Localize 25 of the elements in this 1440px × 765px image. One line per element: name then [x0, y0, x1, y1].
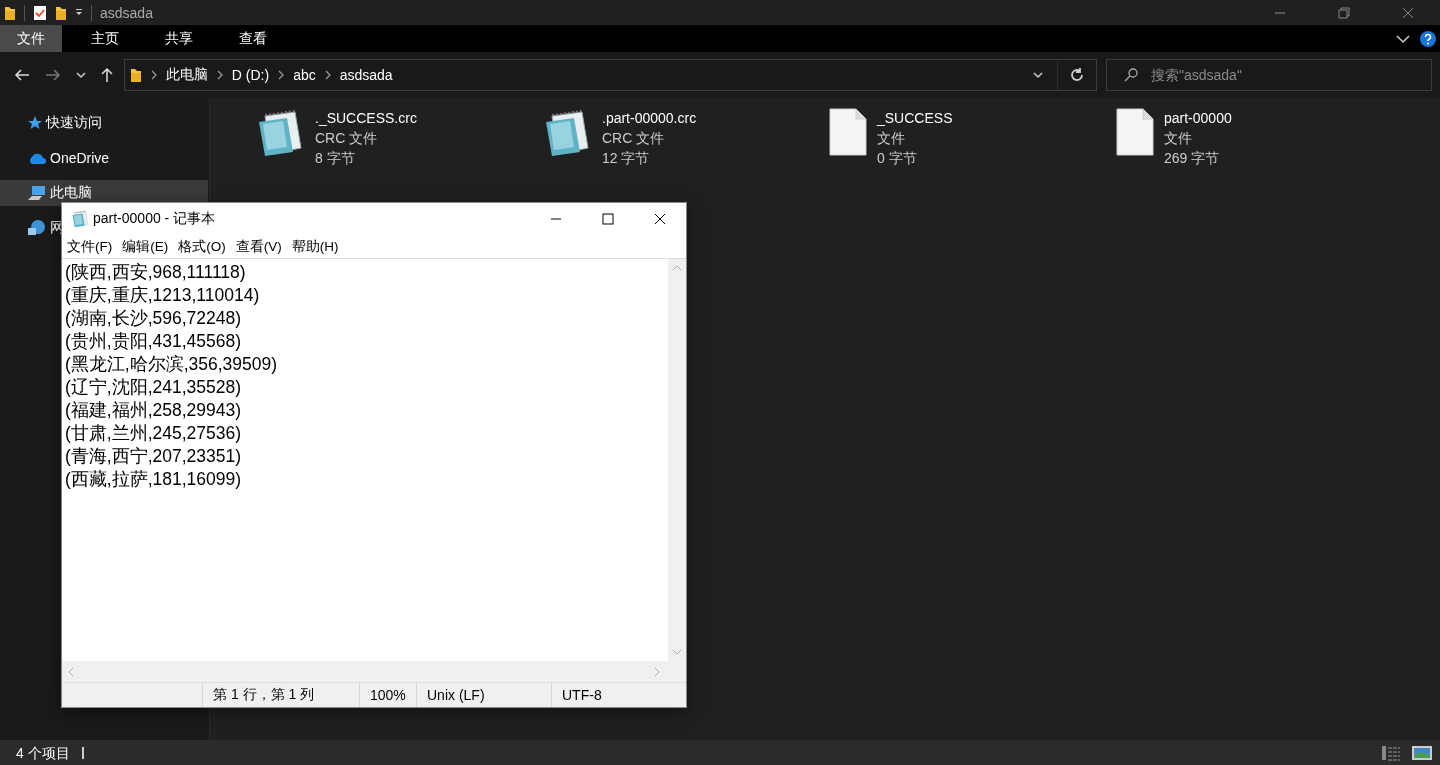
text-line: (西藏,拉萨,181,16099) [65, 468, 243, 491]
text-line: (重庆,重庆,1213,110014) [65, 284, 261, 307]
item-count: 4 个项目 [16, 746, 84, 759]
text-line: (贵州,贵阳,431,45568) [65, 330, 243, 353]
file-type: 文件 [1164, 129, 1193, 148]
text-line: (黑龙江,哈尔滨,356,39509) [65, 353, 279, 376]
file-type: 文件 [877, 129, 906, 148]
status-text: 100% [370, 687, 406, 703]
text-line: (辽宁,沈阳,241,35528) [65, 376, 243, 399]
file-size: 0 字节 [877, 149, 918, 168]
text-line: (湖南,长沙,596,72248) [65, 307, 243, 330]
text-line: (福建,福州,258,29943) [65, 399, 243, 422]
text-line: (青海,西宁,207,23351) [65, 445, 243, 468]
status-text: UTF-8 [562, 687, 602, 703]
status-text: 第 1 行，第 1 列 [213, 686, 315, 704]
window-title: asdsada [100, 4, 153, 21]
file-size: 8 字节 [315, 149, 356, 168]
file-size: 12 字节 [602, 149, 651, 168]
status-text: Unix (LF) [427, 687, 485, 703]
text-line: (甘肃,兰州,245,27536) [65, 422, 243, 445]
file-type: CRC 文件 [602, 129, 666, 148]
window-title: part-00000 - 记事本 [93, 210, 216, 228]
file-type: CRC 文件 [315, 129, 379, 148]
text-line: (陕西,西安,968,111118) [65, 261, 247, 284]
file-size: 269 字节 [1164, 149, 1221, 168]
